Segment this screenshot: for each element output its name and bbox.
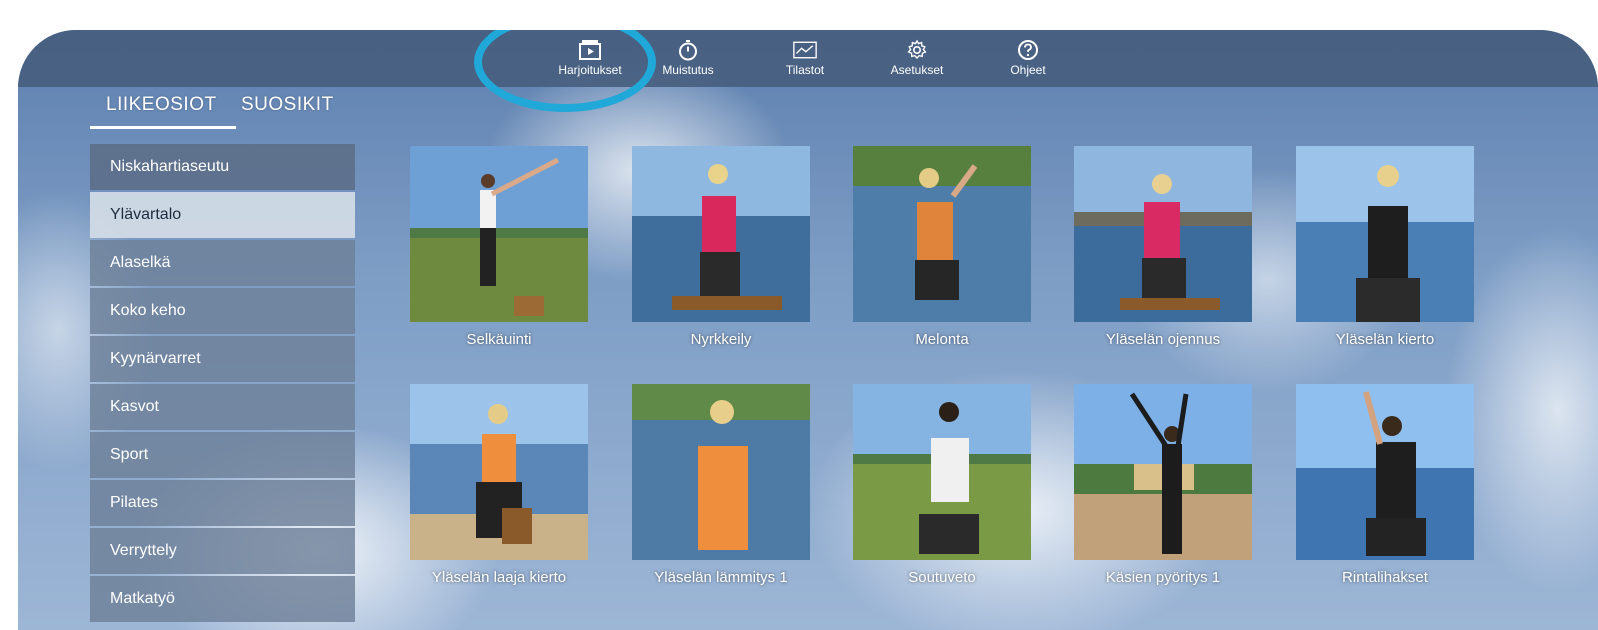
exercise-thumbnail [1074, 384, 1252, 560]
exercise-thumbnail [1296, 146, 1474, 322]
nav-label: Tilastot [785, 63, 825, 77]
help-icon [1018, 40, 1038, 60]
tab-suosikit[interactable]: SUOSIKIT [241, 94, 334, 116]
exercise-thumbnail [632, 384, 810, 560]
exercise-tile[interactable]: Nyrkkeily [632, 146, 810, 348]
nav-label: Harjoitukset [558, 63, 622, 77]
sidebar-item-ylavartalo[interactable]: Ylävartalo [90, 192, 355, 238]
nav-asetukset[interactable]: Asetukset [867, 36, 967, 84]
sidebar-item-kasvot[interactable]: Kasvot [90, 384, 355, 430]
exercise-tile[interactable]: Yläselän kierto [1296, 146, 1474, 348]
exercise-tile[interactable]: Rintalihakset [1296, 384, 1474, 586]
exercise-title: Melonta [915, 331, 969, 348]
nav-label: Ohjeet [1010, 63, 1046, 77]
nav-label: Muistutus [662, 63, 714, 77]
exercise-tile[interactable]: Yläselän ojennus [1074, 146, 1252, 348]
nav-tilastot[interactable]: Tilastot [755, 36, 855, 84]
exercise-title: Nyrkkeily [690, 331, 752, 348]
exercise-thumbnail [410, 384, 588, 560]
sidebar-item-kyynarvarret[interactable]: Kyynärvarret [90, 336, 355, 382]
active-tab-underline [90, 126, 236, 129]
exercise-title: Yläselän lämmitys 1 [654, 569, 788, 586]
exercise-title: Käsien pyöritys 1 [1105, 569, 1221, 586]
sidebar-item-pilates[interactable]: Pilates [90, 480, 355, 526]
app-window: Harjoitukset Muistutus Tilastot Asetukse… [18, 30, 1598, 630]
sidebar-item-koko-keho[interactable]: Koko keho [90, 288, 355, 334]
nav-label: Asetukset [890, 63, 944, 77]
sidebar-item-niskahartiaseutu[interactable]: Niskahartiaseutu [90, 144, 355, 190]
exercise-title: Yläselän ojennus [1105, 331, 1221, 348]
exercise-thumbnail [632, 146, 810, 322]
exercise-tile[interactable]: Käsien pyöritys 1 [1074, 384, 1252, 586]
gear-icon [907, 39, 927, 60]
sidebar-item-matkatyo[interactable]: Matkatyö [90, 576, 355, 622]
sidebar-item-sport[interactable]: Sport [90, 432, 355, 478]
exercise-title: Rintalihakset [1342, 569, 1428, 586]
exercise-thumbnail [410, 146, 588, 322]
exercise-thumbnail [1296, 384, 1474, 560]
exercise-tile[interactable]: Yläselän laaja kierto [410, 384, 588, 586]
exercise-title: Selkäuinti [466, 331, 532, 348]
exercise-tile[interactable]: Selkäuinti [410, 146, 588, 348]
exercise-thumbnail [853, 384, 1031, 560]
exercise-tile[interactable]: Melonta [853, 146, 1031, 348]
nav-harjoitukset[interactable]: Harjoitukset [540, 36, 640, 84]
exercise-thumbnail [1074, 146, 1252, 322]
exercise-tile[interactable]: Yläselän lämmitys 1 [632, 384, 810, 586]
exercise-tile[interactable]: Soutuveto [853, 384, 1031, 586]
exercise-title: Soutuveto [908, 569, 976, 586]
tab-liikeosiot[interactable]: LIIKEOSIOT [106, 94, 217, 116]
exercise-thumbnail [853, 146, 1031, 322]
nav-ohjeet[interactable]: Ohjeet [978, 36, 1078, 84]
sidebar-categories: Niskahartiaseutu Ylävartalo Alaselkä Kok… [90, 144, 355, 624]
sidebar-item-alaselka[interactable]: Alaselkä [90, 240, 355, 286]
top-navigation-bar: Harjoitukset Muistutus Tilastot Asetukse… [18, 30, 1598, 87]
stopwatch-icon [679, 40, 697, 61]
exercise-title: Yläselän laaja kierto [431, 569, 567, 586]
sidebar-item-verryttely[interactable]: Verryttely [90, 528, 355, 574]
exercise-title: Yläselän kierto [1335, 331, 1435, 348]
chart-icon [793, 41, 817, 59]
play-folder-icon [579, 40, 601, 60]
nav-muistutus[interactable]: Muistutus [638, 36, 738, 84]
